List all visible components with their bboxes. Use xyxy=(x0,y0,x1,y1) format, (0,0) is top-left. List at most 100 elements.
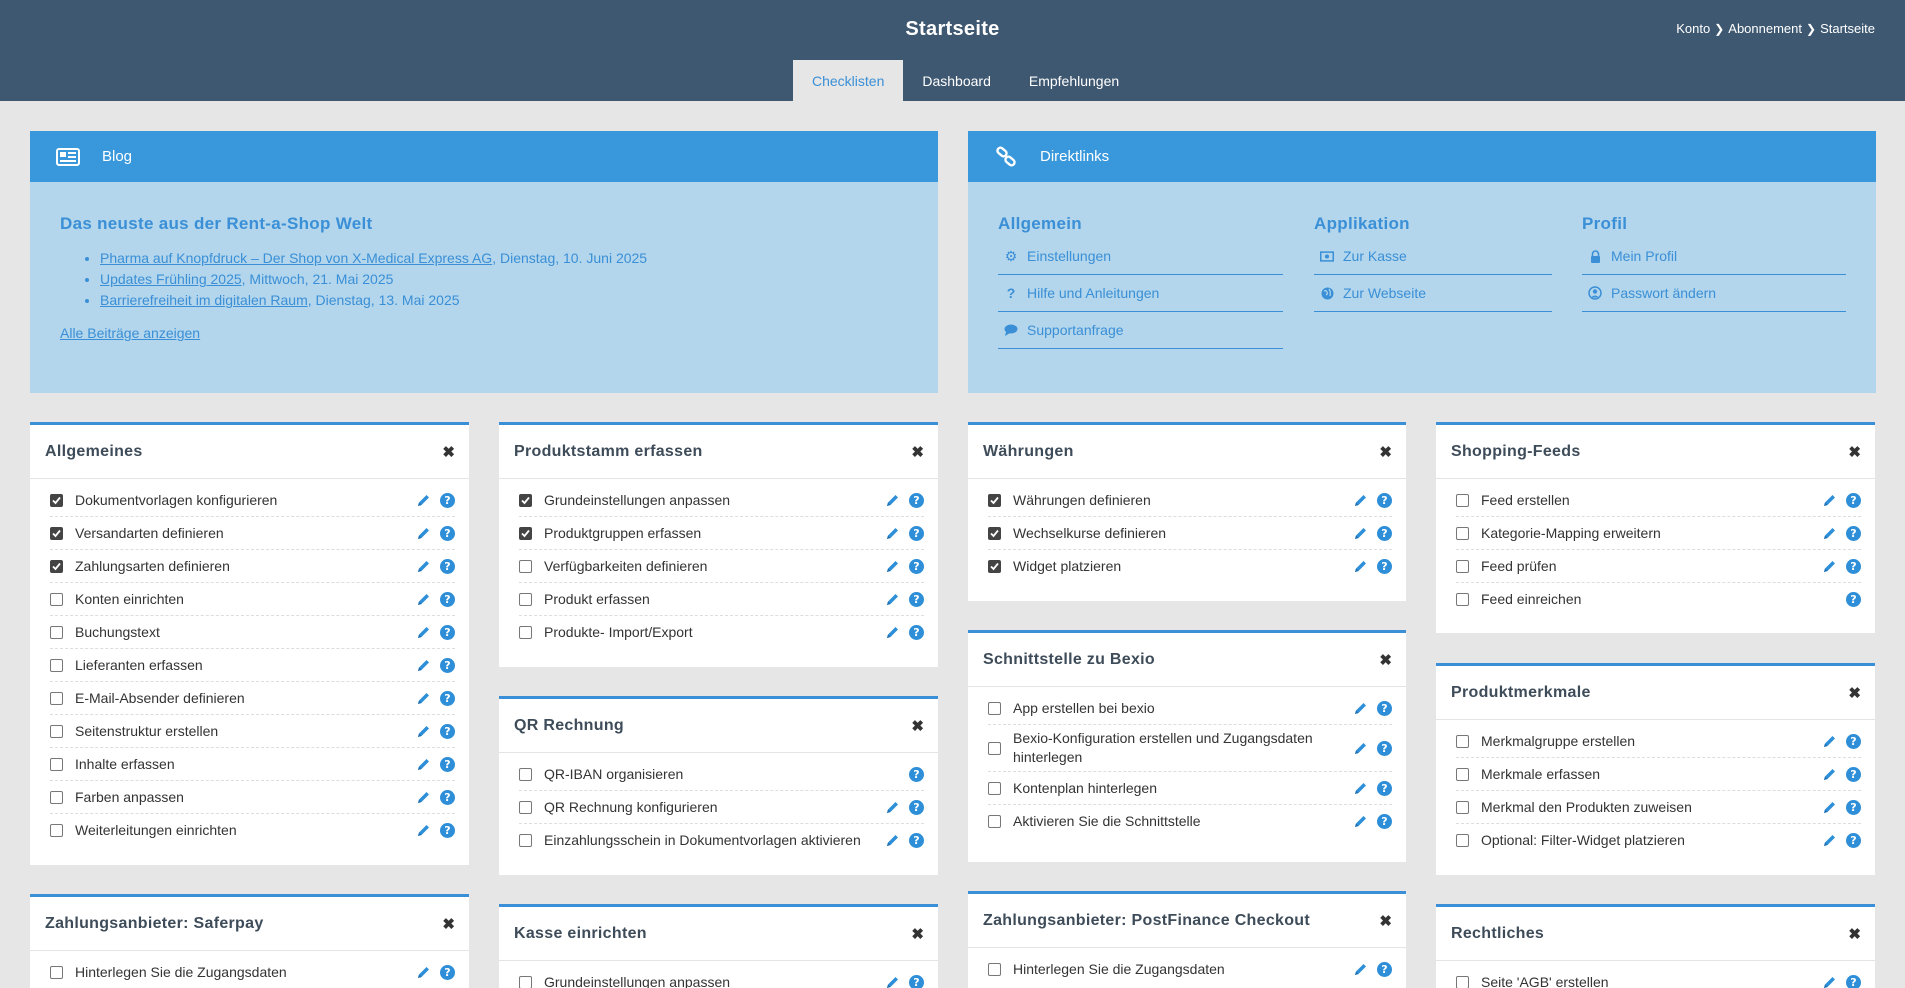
pencil-icon[interactable] xyxy=(416,658,431,673)
help-icon[interactable]: ? xyxy=(909,833,924,848)
help-icon[interactable]: ? xyxy=(1377,700,1392,716)
pencil-icon[interactable] xyxy=(416,823,431,838)
blog-post-link[interactable]: Pharma auf Knopfdruck – Der Shop von X-M… xyxy=(100,250,492,266)
link-hilfe[interactable]: ? Hilfe und Anleitungen xyxy=(998,275,1283,312)
help-icon[interactable]: ? xyxy=(1377,492,1392,508)
checkbox[interactable] xyxy=(519,834,532,847)
checkbox[interactable] xyxy=(50,724,63,738)
checkbox[interactable] xyxy=(1456,767,1469,781)
close-icon[interactable]: ✖ xyxy=(911,925,924,943)
pencil-icon[interactable] xyxy=(416,757,431,772)
help-icon[interactable]: ? xyxy=(440,624,455,640)
help-icon[interactable]: ? xyxy=(440,723,455,739)
pencil-icon[interactable] xyxy=(885,592,900,607)
help-icon[interactable]: ? xyxy=(440,690,455,706)
pencil-icon[interactable] xyxy=(1353,701,1368,716)
help-icon[interactable]: ? xyxy=(440,789,455,805)
help-icon[interactable]: ? xyxy=(440,657,455,673)
help-icon[interactable]: ? xyxy=(909,591,924,607)
help-icon[interactable]: ? xyxy=(1846,766,1861,782)
checkbox[interactable] xyxy=(1456,593,1469,606)
link-zur-kasse[interactable]: Zur Kasse xyxy=(1314,238,1552,275)
help-icon[interactable]: ? xyxy=(909,525,924,541)
help-icon[interactable]: ? xyxy=(440,823,455,838)
pencil-icon[interactable] xyxy=(885,800,900,815)
checkbox[interactable] xyxy=(988,815,1001,828)
pencil-icon[interactable] xyxy=(416,625,431,640)
pencil-icon[interactable] xyxy=(1822,493,1837,508)
checkbox[interactable] xyxy=(1456,526,1469,540)
checkbox[interactable] xyxy=(519,976,532,988)
help-icon[interactable]: ? xyxy=(909,625,924,640)
checkbox[interactable] xyxy=(519,526,532,540)
checkbox[interactable] xyxy=(50,824,63,837)
pencil-icon[interactable] xyxy=(416,691,431,706)
help-icon[interactable]: ? xyxy=(1846,833,1861,848)
pencil-icon[interactable] xyxy=(1353,493,1368,508)
help-icon[interactable]: ? xyxy=(1377,814,1392,829)
checkbox[interactable] xyxy=(988,963,1001,976)
checkbox[interactable] xyxy=(50,790,63,804)
close-icon[interactable]: ✖ xyxy=(911,717,924,735)
pencil-icon[interactable] xyxy=(885,526,900,541)
pencil-icon[interactable] xyxy=(1822,734,1837,749)
close-icon[interactable]: ✖ xyxy=(1379,651,1392,669)
help-icon[interactable]: ? xyxy=(440,558,455,574)
help-icon[interactable]: ? xyxy=(1377,740,1392,756)
checkbox[interactable] xyxy=(1456,734,1469,748)
help-icon[interactable]: ? xyxy=(1846,799,1861,815)
help-icon[interactable]: ? xyxy=(1846,525,1861,541)
blog-post-link[interactable]: Updates Frühling 2025 xyxy=(100,271,242,287)
help-icon[interactable]: ? xyxy=(909,558,924,574)
pencil-icon[interactable] xyxy=(1353,781,1368,796)
help-icon[interactable]: ? xyxy=(1846,975,1861,988)
pencil-icon[interactable] xyxy=(416,559,431,574)
pencil-icon[interactable] xyxy=(416,790,431,805)
checkbox[interactable] xyxy=(50,526,63,540)
checkbox[interactable] xyxy=(519,559,532,573)
help-icon[interactable]: ? xyxy=(909,766,924,782)
help-icon[interactable]: ? xyxy=(1846,558,1861,574)
pencil-icon[interactable] xyxy=(1822,800,1837,815)
checkbox[interactable] xyxy=(50,691,63,705)
checkbox[interactable] xyxy=(1456,559,1469,573)
close-icon[interactable]: ✖ xyxy=(1848,925,1861,943)
pencil-icon[interactable] xyxy=(1353,814,1368,829)
checkbox[interactable] xyxy=(50,625,63,639)
tab-checklisten[interactable]: Checklisten xyxy=(793,60,904,101)
close-icon[interactable]: ✖ xyxy=(1848,443,1861,461)
close-icon[interactable]: ✖ xyxy=(442,443,455,461)
close-icon[interactable]: ✖ xyxy=(1848,684,1861,702)
link-einstellungen[interactable]: ⚙ Einstellungen xyxy=(998,238,1283,275)
close-icon[interactable]: ✖ xyxy=(1379,443,1392,461)
pencil-icon[interactable] xyxy=(1822,526,1837,541)
pencil-icon[interactable] xyxy=(416,965,431,980)
checkbox[interactable] xyxy=(50,493,63,507)
help-icon[interactable]: ? xyxy=(440,756,455,772)
help-icon[interactable]: ? xyxy=(440,591,455,607)
help-icon[interactable]: ? xyxy=(909,975,924,988)
checkbox[interactable] xyxy=(988,526,1001,540)
checkbox[interactable] xyxy=(988,741,1001,755)
pencil-icon[interactable] xyxy=(1353,526,1368,541)
pencil-icon[interactable] xyxy=(416,526,431,541)
help-icon[interactable]: ? xyxy=(440,525,455,541)
help-icon[interactable]: ? xyxy=(909,492,924,508)
help-icon[interactable]: ? xyxy=(1377,962,1392,977)
link-passwort-aendern[interactable]: Passwort ändern xyxy=(1582,275,1846,312)
help-icon[interactable]: ? xyxy=(909,799,924,815)
pencil-icon[interactable] xyxy=(885,493,900,508)
checkbox[interactable] xyxy=(519,592,532,606)
blog-post-link[interactable]: Barrierefreiheit im digitalen Raum xyxy=(100,292,308,308)
checkbox[interactable] xyxy=(988,701,1001,715)
checkbox[interactable] xyxy=(519,767,532,781)
checkbox[interactable] xyxy=(50,559,63,573)
pencil-icon[interactable] xyxy=(885,833,900,848)
help-icon[interactable]: ? xyxy=(1846,592,1861,607)
pencil-icon[interactable] xyxy=(1353,559,1368,574)
help-icon[interactable]: ? xyxy=(440,965,455,980)
pencil-icon[interactable] xyxy=(1822,833,1837,848)
link-supportanfrage[interactable]: Supportanfrage xyxy=(998,312,1283,349)
pencil-icon[interactable] xyxy=(1822,559,1837,574)
close-icon[interactable]: ✖ xyxy=(442,915,455,933)
